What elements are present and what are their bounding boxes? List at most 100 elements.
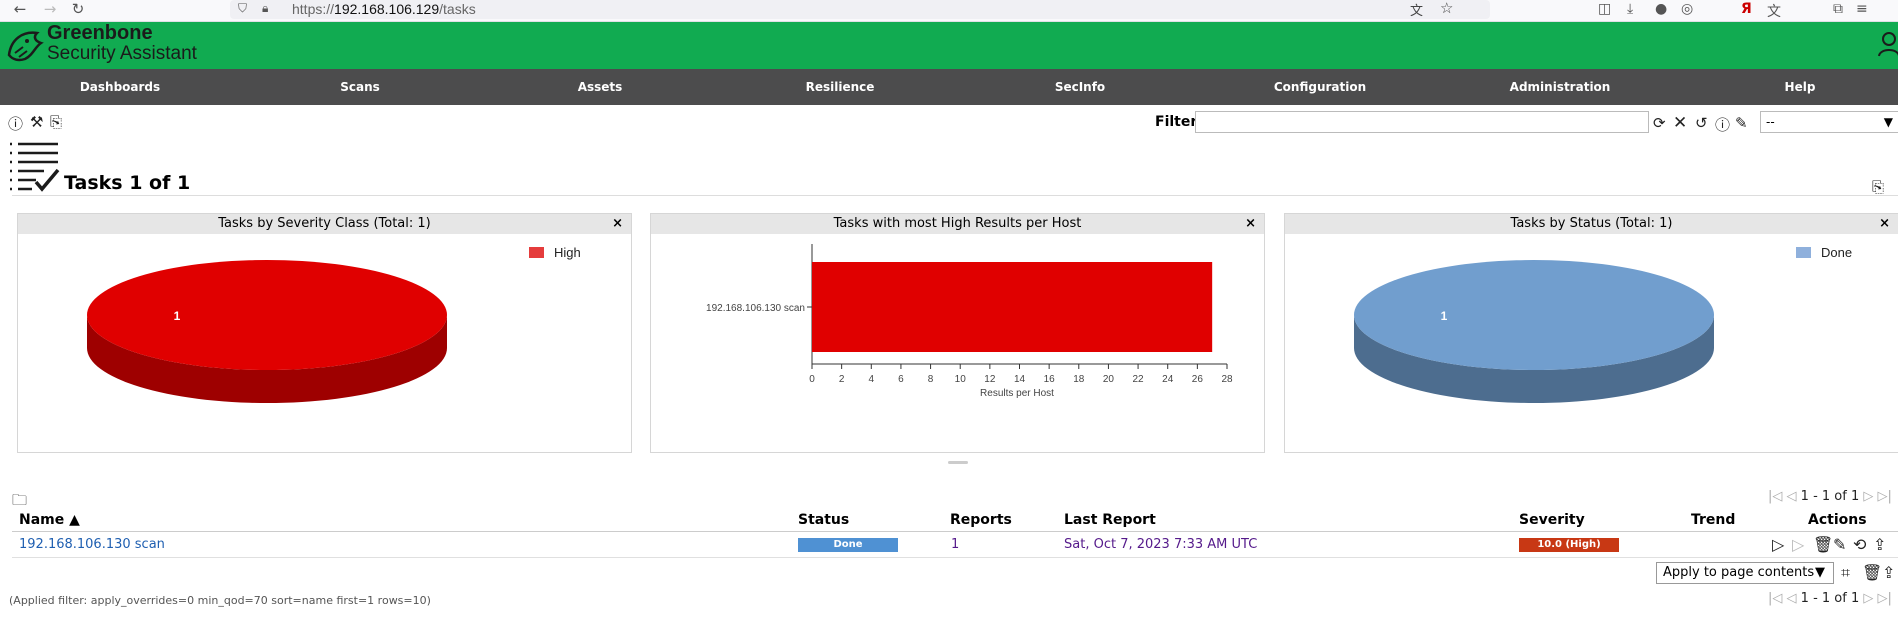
back-icon[interactable]: ← [10, 0, 30, 20]
panel-title: Tasks by Status (Total: 1) [1510, 216, 1673, 231]
x-tick-label: 8 [928, 374, 934, 385]
severity-label: 10.0 (High) [1537, 539, 1601, 550]
url-text[interactable]: https://192.168.106.129/tasks [292, 1, 476, 17]
edit-filter-icon[interactable]: ✎ [1735, 114, 1748, 132]
refresh-filter-icon[interactable]: ⟳ [1653, 114, 1666, 132]
pager-top: |◁ ◁ 1 - 1 of 1 ▷ ▷| [1768, 489, 1892, 504]
page-title: Tasks 1 of 1 [64, 172, 191, 194]
reset-filter-icon[interactable]: ↺ [1695, 114, 1708, 132]
translate-icon[interactable]: 文 [1410, 0, 1423, 19]
bookmark-star-icon[interactable]: ☆ [1440, 0, 1453, 17]
filter-input[interactable] [1195, 111, 1649, 133]
column-header-last-report[interactable]: Last Report [1064, 512, 1156, 528]
last-page-icon[interactable]: ▷| [1878, 591, 1892, 606]
dashboard-resize-handle[interactable] [948, 461, 968, 464]
tag-icon[interactable]: ⌗ [1841, 563, 1850, 583]
forward-icon[interactable]: → [40, 0, 60, 20]
menu-configuration[interactable]: Configuration [1200, 69, 1440, 105]
menu-dashboards[interactable]: Dashboards [0, 69, 240, 105]
last-page-icon[interactable]: ▷| [1878, 489, 1892, 504]
menu-secinfo[interactable]: SecInfo [960, 69, 1200, 105]
browser-toolbar: ← → ↻ ⛉ 🔒︎ https://192.168.106.129/tasks… [0, 0, 1898, 22]
edit-icon[interactable]: ✎ [1833, 535, 1846, 554]
add-dashboard-display-icon[interactable]: ⎘ [1872, 178, 1884, 196]
pie-slice [1354, 260, 1714, 370]
bar [812, 262, 1213, 352]
extensions-puzzle-icon[interactable]: ⧉ [1833, 1, 1843, 17]
close-icon[interactable]: × [1245, 214, 1256, 234]
menu-help[interactable]: Help [1680, 69, 1898, 105]
menu-scans[interactable]: Scans [240, 69, 480, 105]
status-panel: Tasks by Status (Total: 1) × 1 Done [1284, 213, 1898, 453]
menu-resilience[interactable]: Resilience [720, 69, 960, 105]
previous-page-icon[interactable]: ◁ [1787, 591, 1797, 606]
x-tick-label: 10 [955, 374, 967, 385]
next-page-icon[interactable]: ▷ [1863, 591, 1873, 606]
download-icon[interactable]: ⤓ [1627, 1, 1633, 17]
status-label: Done [833, 539, 863, 550]
last-report-link[interactable]: Sat, Oct 7, 2023 7:33 AM UTC [1064, 537, 1257, 552]
x-tick-label: 26 [1192, 374, 1204, 385]
help-icon[interactable]: ⓘ [8, 113, 23, 134]
lock-icon: 🔒︎ [262, 1, 269, 15]
close-icon[interactable]: × [1879, 214, 1890, 234]
bulk-action-select[interactable]: Apply to page contents ▼ [1656, 562, 1834, 584]
menu-icon[interactable]: ≡ [1856, 1, 1868, 17]
x-tick-label: 4 [869, 374, 875, 385]
legend-swatch [529, 247, 544, 258]
column-header-name[interactable]: Name ▲ [19, 512, 80, 528]
reload-icon[interactable]: ↻ [68, 0, 88, 20]
reports-count-link[interactable]: 1 [951, 537, 959, 552]
new-task-icon[interactable]: ⎘ [50, 113, 62, 131]
previous-page-icon[interactable]: ◁ [1787, 489, 1797, 504]
trash-icon[interactable]: 🗑︎ [1813, 535, 1833, 554]
resume-icon[interactable]: ▷ [1792, 535, 1804, 554]
export-icon[interactable]: ⇪ [1873, 535, 1886, 554]
x-tick-label: 18 [1073, 374, 1085, 385]
close-icon[interactable]: × [612, 214, 623, 234]
info-icon[interactable]: ● [1655, 1, 1667, 17]
filter-help-icon[interactable]: ⓘ [1715, 114, 1730, 135]
x-tick-label: 20 [1103, 374, 1115, 385]
first-page-icon[interactable]: |◁ [1768, 489, 1782, 504]
task-name-link[interactable]: 192.168.106.130 scan [19, 537, 165, 552]
x-tick-label: 28 [1221, 374, 1233, 385]
yandex-icon[interactable]: Я [1741, 1, 1752, 17]
column-header-status[interactable]: Status [798, 512, 849, 528]
menu-assets[interactable]: Assets [480, 69, 720, 105]
x-tick-label: 22 [1133, 374, 1145, 385]
start-icon[interactable]: ▷ [1772, 535, 1784, 554]
column-header-reports[interactable]: Reports [950, 512, 1012, 528]
extension-icon[interactable]: ◎ [1681, 1, 1693, 17]
column-header-trend[interactable]: Trend [1691, 512, 1735, 528]
column-header-severity[interactable]: Severity [1519, 512, 1585, 528]
bulk-trash-icon[interactable]: 🗑︎ [1862, 563, 1882, 582]
first-page-icon[interactable]: |◁ [1768, 591, 1782, 606]
clone-icon[interactable]: ⟲ [1853, 535, 1866, 554]
greenbone-logo-icon [7, 31, 44, 62]
bulk-export-icon[interactable]: ⇪ [1882, 563, 1895, 582]
wizard-icon[interactable]: ⚒ [30, 113, 43, 131]
x-axis-label: Results per Host [980, 388, 1054, 399]
filter-select[interactable]: -- ▼ [1760, 111, 1898, 133]
severity-class-panel: Tasks by Severity Class (Total: 1) × 1 Hi… [17, 213, 632, 453]
address-bar[interactable]: ⛉ 🔒︎ https://192.168.106.129/tasks 文 ☆ [230, 0, 1490, 19]
main-menu: Dashboards Scans Assets Resilience SecIn… [0, 69, 1898, 105]
x-tick-label: 2 [839, 374, 845, 385]
task-name-cell: 192.168.106.130 scan [19, 537, 165, 552]
pocket-icon[interactable]: ◫ [1598, 1, 1611, 17]
x-tick-label: 12 [984, 374, 996, 385]
menu-administration[interactable]: Administration [1440, 69, 1680, 105]
legend-swatch [1796, 247, 1811, 258]
pie-slice-label: 1 [1441, 309, 1448, 323]
next-page-icon[interactable]: ▷ [1863, 489, 1873, 504]
brand-title: Greenbone [47, 22, 153, 44]
pager-bottom: |◁ ◁ 1 - 1 of 1 ▷ ▷| [1768, 591, 1892, 606]
clear-filter-icon[interactable]: ✕ [1673, 113, 1687, 133]
user-icon[interactable] [1878, 31, 1898, 57]
legend-label: Done [1821, 245, 1852, 260]
high-results-bar-chart: 192.168.106.130 scan0 2 4 6 8 10 12 14 16 18 20 22 2… [706, 244, 1233, 399]
translate-extension-icon[interactable]: 文 [1767, 1, 1781, 21]
brand-subtitle: Security Assistant [47, 43, 197, 64]
high-results-panel: Tasks with most High Results per Host × … [650, 213, 1265, 453]
